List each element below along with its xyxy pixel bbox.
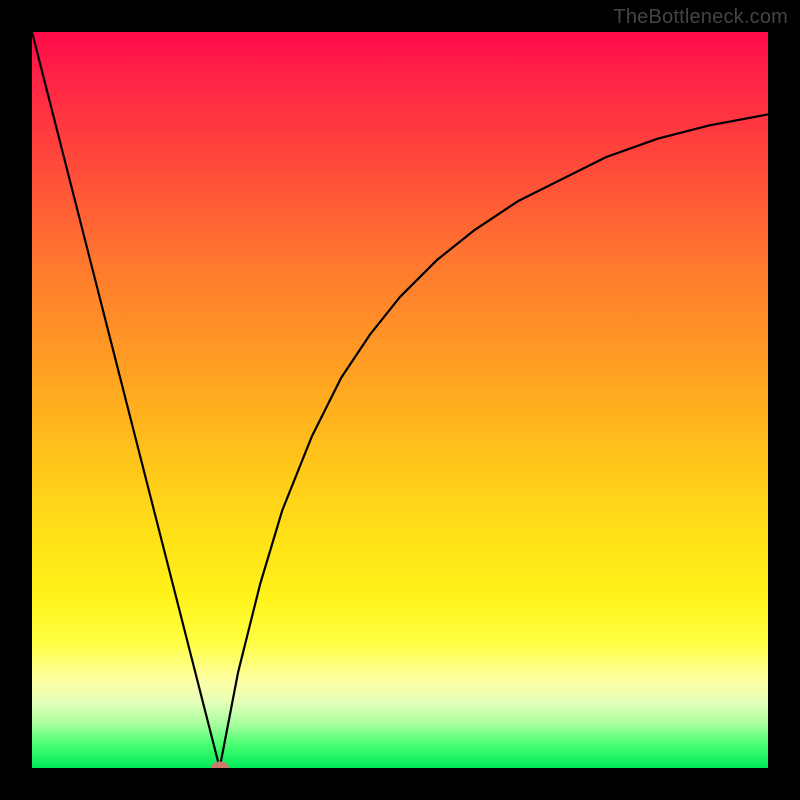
chart-container: TheBottleneck.com [0,0,800,800]
watermark-text: TheBottleneck.com [613,6,788,29]
min-marker [211,762,229,769]
plot-area [32,32,768,768]
curve-path [32,32,768,768]
bottleneck-curve [32,32,768,768]
